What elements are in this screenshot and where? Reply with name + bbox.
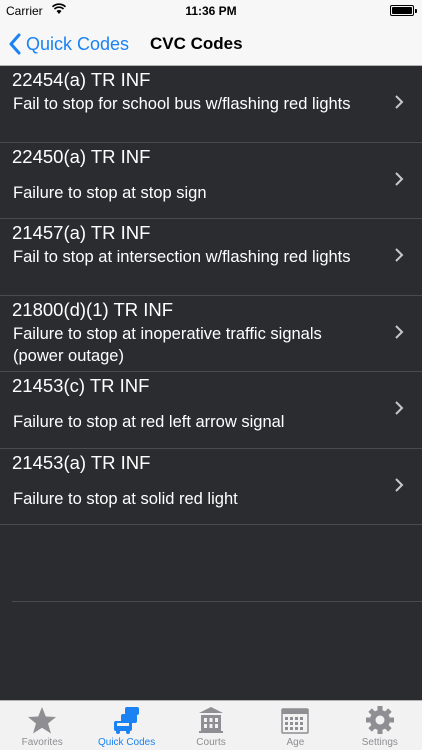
code-description: Fail to stop at intersection w/flashing … <box>13 248 351 266</box>
code-description: Fail to stop for school bus w/flashing r… <box>13 95 351 113</box>
courthouse-icon <box>199 707 224 733</box>
list-item[interactable]: 21800(d)(1) TR INF Failure to stop at in… <box>0 296 422 372</box>
list-item[interactable]: 22450(a) TR INF Failure to stop at stop … <box>0 143 422 219</box>
back-button[interactable]: Quick Codes <box>8 22 129 66</box>
code-description: Failure to stop at solid red light <box>13 489 238 508</box>
list-item[interactable]: 21453(a) TR INF Failure to stop at solid… <box>0 449 422 525</box>
calendar-icon <box>281 708 310 734</box>
star-icon <box>28 707 57 734</box>
chevron-right-icon <box>395 95 404 109</box>
tab-bar: Favorites Quick Codes Courts Age Setting… <box>0 700 422 750</box>
tab-age[interactable]: Age <box>253 701 337 750</box>
tab-quick-codes[interactable]: Quick Codes <box>84 701 168 750</box>
chevron-right-icon <box>395 248 404 262</box>
code-description: Failure to stop at stop sign <box>13 183 207 202</box>
chevron-right-icon <box>395 324 404 339</box>
tab-label: Age <box>286 737 305 748</box>
code-description: Failure to stop at inoperative traffic s… <box>13 324 322 365</box>
code-label: 22450(a) TR INF <box>12 145 151 167</box>
status-bar: Carrier 11:36 PM <box>0 0 422 22</box>
back-button-label: Quick Codes <box>26 33 130 54</box>
list-item[interactable]: 21453(c) TR INF Failure to stop at red l… <box>0 372 422 449</box>
tab-label: Settings <box>361 737 398 748</box>
tab-label: Courts <box>196 737 226 748</box>
tab-courts[interactable]: Courts <box>169 701 253 750</box>
list-item[interactable]: 21457(a) TR INF Fail to stop at intersec… <box>0 219 422 296</box>
gear-icon <box>365 706 394 734</box>
empty-row <box>12 525 422 602</box>
tab-label: Favorites <box>21 737 63 748</box>
tab-favorites[interactable]: Favorites <box>0 701 84 750</box>
list-item[interactable]: 22454(a) TR INF Fail to stop for school … <box>0 66 422 143</box>
chevron-right-icon <box>395 401 404 415</box>
tab-settings[interactable]: Settings <box>338 701 422 750</box>
chevron-left-icon <box>9 33 21 55</box>
code-list: 22454(a) TR INF Fail to stop for school … <box>0 66 422 700</box>
code-label: 21457(a) TR INF <box>12 222 151 243</box>
code-label: 21453(a) TR INF <box>12 451 151 473</box>
navigation-bar: Quick Codes CVC Codes <box>0 22 422 66</box>
battery-icon <box>390 5 417 16</box>
code-label: 21800(d)(1) TR INF <box>12 298 174 320</box>
code-label: 21453(c) TR INF <box>12 375 150 396</box>
chevron-right-icon <box>395 171 404 186</box>
chevron-right-icon <box>395 477 404 492</box>
code-description: Failure to stop at red left arrow signal <box>13 413 285 431</box>
tab-label: Quick Codes <box>97 737 156 748</box>
code-label: 22454(a) TR INF <box>12 69 151 90</box>
clock: 11:36 PM <box>185 4 237 18</box>
page-title: CVC Codes <box>150 34 243 53</box>
cars-icon <box>113 707 139 734</box>
